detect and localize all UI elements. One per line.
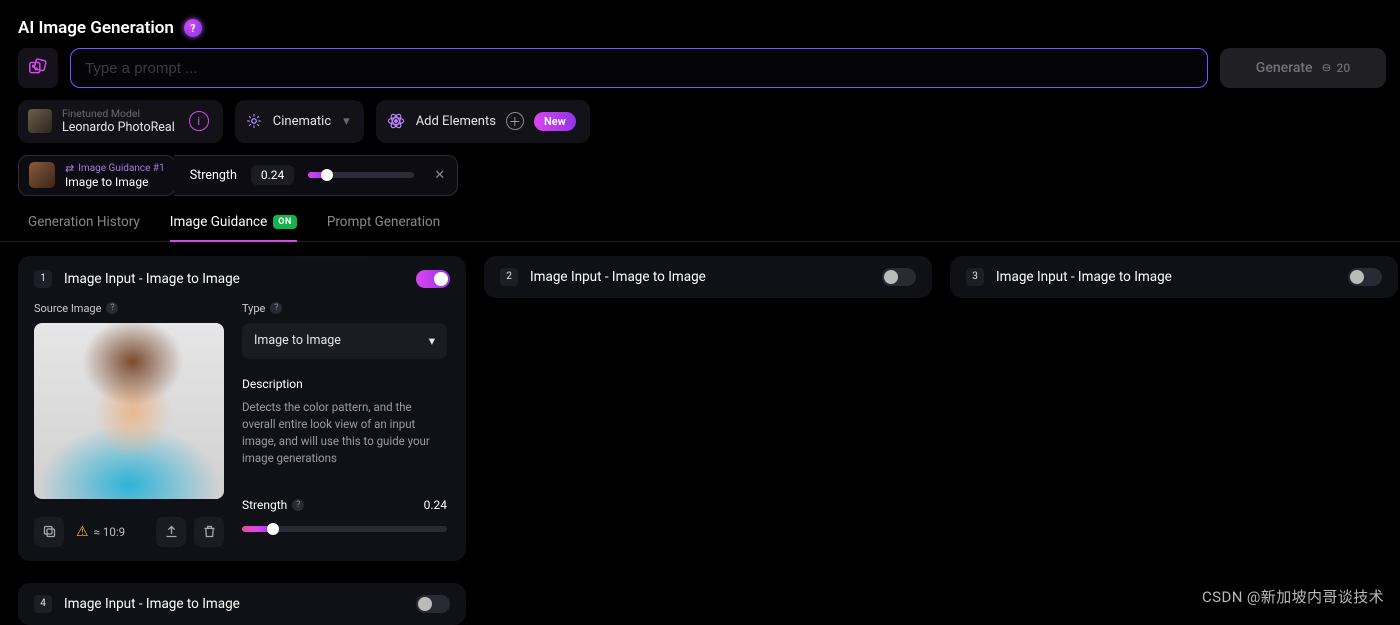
guidance-thumb [29, 162, 55, 188]
type-select[interactable]: Image to Image ▾ [242, 323, 447, 359]
guidance-strength: Strength 0.24 ✕ [174, 155, 458, 196]
settings-col: Type? Image to Image ▾ Description Detec… [242, 302, 447, 547]
guidance-main: Image to Image [65, 175, 165, 189]
atom-icon [386, 111, 406, 131]
tab-prompt-generation[interactable]: Prompt Generation [327, 206, 440, 241]
card-3-toggle[interactable] [1348, 268, 1382, 286]
description-head: Description [242, 377, 447, 391]
cards-area: 1 Image Input - Image to Image Source Im… [0, 242, 1400, 575]
model-chip[interactable]: Finetuned Model Leonardo PhotoReal i [18, 100, 223, 143]
dice-icon [27, 57, 49, 79]
strength-label: Strength [190, 168, 237, 183]
page-title: AI Image Generation [18, 18, 174, 38]
strength-slider-2[interactable] [242, 526, 447, 532]
generate-label: Generate [1256, 60, 1313, 76]
on-badge: ON [273, 215, 297, 229]
style-label: Cinematic [273, 114, 331, 129]
image-actions: ⚠ ≈ 10:9 [34, 517, 224, 547]
tabs: Generation History Image Guidance ON Pro… [0, 206, 1400, 242]
warning-icon: ⚠ [76, 524, 89, 540]
model-thumb [28, 109, 52, 133]
card-number: 3 [966, 268, 984, 286]
prompt-input[interactable] [85, 60, 1193, 77]
strength-row: Strength ? 0.24 [242, 498, 447, 512]
image-input-card-1: 1 Image Input - Image to Image Source Im… [18, 256, 466, 561]
style-chip[interactable]: Cinematic ▾ [235, 100, 364, 143]
card-1-toggle[interactable] [416, 270, 450, 288]
prompt-row: Generate 20 [0, 48, 1400, 100]
link-icon: ⇄ [65, 162, 74, 175]
description-text: Detects the color pattern, and the overa… [242, 399, 447, 468]
source-image-label: Source Image? [34, 302, 224, 315]
guidance-sub: ⇄ Image Guidance #1 [65, 162, 165, 175]
header: AI Image Generation ? [0, 0, 1400, 48]
source-image[interactable] [34, 323, 224, 499]
random-prompt-button[interactable] [18, 48, 58, 88]
card-title: Image Input - Image to Image [530, 269, 870, 285]
card-number: 2 [500, 268, 518, 286]
coins-icon [1321, 62, 1334, 75]
card-title: Image Input - Image to Image [996, 269, 1336, 285]
upload-button[interactable] [156, 517, 186, 547]
add-elements-label: Add Elements [416, 114, 496, 129]
plus-icon[interactable]: ＋ [506, 112, 524, 130]
image-input-card-4: 4 Image Input - Image to Image [18, 583, 466, 625]
card-1-body: Source Image? ⚠ ≈ 10:9 [34, 302, 450, 547]
image-input-card-2: 2 Image Input - Image to Image [484, 256, 932, 298]
strength-label-2: Strength [242, 498, 287, 512]
model-subtitle: Finetuned Model [62, 108, 175, 120]
model-name: Leonardo PhotoReal [62, 120, 175, 135]
generate-credits: 20 [1321, 61, 1351, 75]
card-4-toggle[interactable] [416, 595, 450, 613]
image-input-card-3: 3 Image Input - Image to Image [950, 256, 1398, 298]
strength-value: 0.24 [251, 165, 294, 185]
guidance-chip[interactable]: ⇄ Image Guidance #1 Image to Image [18, 155, 176, 196]
card-title: Image Input - Image to Image [64, 271, 404, 287]
card-2-toggle[interactable] [882, 268, 916, 286]
copy-button[interactable] [34, 517, 64, 547]
card-number: 4 [34, 595, 52, 613]
card-number: 1 [34, 270, 52, 288]
strength-value-2: 0.24 [424, 498, 447, 512]
tab-image-guidance-label: Image Guidance [170, 214, 268, 230]
tab-image-guidance[interactable]: Image Guidance ON [170, 206, 297, 242]
tab-generation-history[interactable]: Generation History [28, 206, 140, 241]
info-icon[interactable]: i [189, 111, 209, 131]
options-row: Finetuned Model Leonardo PhotoReal i Cin… [0, 100, 1400, 155]
type-label: Type? [242, 302, 447, 315]
close-icon[interactable]: ✕ [434, 168, 445, 183]
aspect-ratio-chip: ⚠ ≈ 10:9 [72, 524, 129, 540]
source-image-col: Source Image? ⚠ ≈ 10:9 [34, 302, 224, 547]
chevron-down-icon: ▾ [429, 333, 435, 349]
generate-button[interactable]: Generate 20 [1220, 48, 1386, 88]
add-elements-chip[interactable]: Add Elements ＋ New [376, 100, 590, 143]
new-badge: New [534, 112, 576, 131]
watermark: CSDN @新加坡内哥谈技术 [1202, 586, 1384, 607]
prompt-input-wrap [70, 48, 1208, 88]
guidance-strip: ⇄ Image Guidance #1 Image to Image Stren… [0, 155, 1400, 206]
chevron-down-icon: ▾ [343, 114, 350, 129]
strength-slider[interactable] [308, 172, 414, 178]
card-1-header: 1 Image Input - Image to Image [34, 270, 450, 288]
type-value: Image to Image [254, 333, 341, 348]
aspect-ratio-value: ≈ 10:9 [94, 525, 126, 539]
guidance-sub-text: Image Guidance #1 [78, 163, 164, 174]
help-badge[interactable]: ? [184, 19, 202, 37]
credits-value: 20 [1337, 61, 1351, 75]
delete-button[interactable] [194, 517, 224, 547]
sparkle-icon [245, 112, 263, 130]
card-title: Image Input - Image to Image [64, 596, 404, 612]
